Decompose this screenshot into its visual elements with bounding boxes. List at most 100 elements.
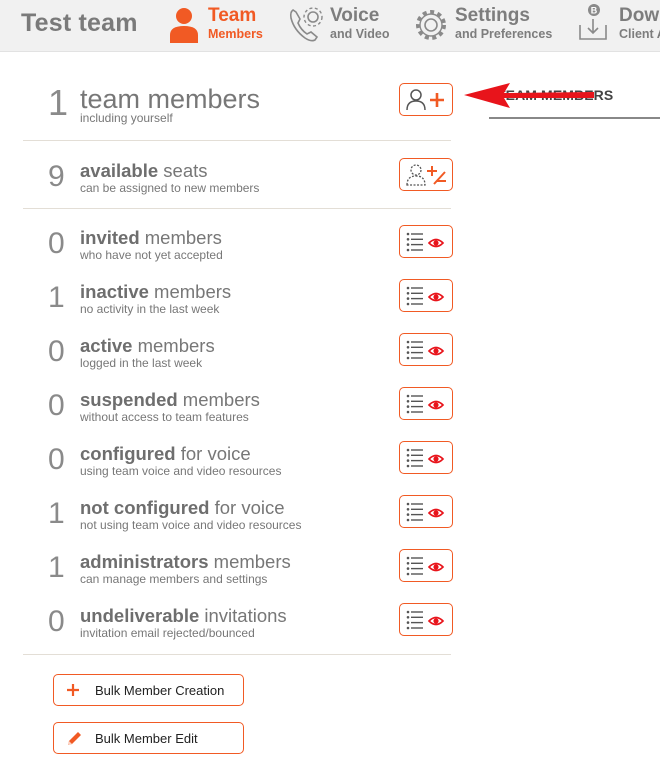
- stat-title-bold: inactive: [80, 281, 149, 302]
- stat-title-bold: administrators: [80, 551, 209, 572]
- stat-title: administrators members: [80, 551, 291, 573]
- plus-icon: [67, 684, 79, 696]
- stat-row-invited: 0 invited members who have not yet accep…: [23, 225, 453, 267]
- view-suspended-button[interactable]: [399, 387, 453, 420]
- stat-subtitle: without access to team features: [80, 410, 249, 424]
- nav-tab-sublabel: Members: [208, 27, 263, 41]
- add-member-icon: [406, 88, 444, 110]
- nav-tab-voice-video[interactable]: Voice and Video: [287, 3, 397, 49]
- section-divider: [23, 208, 451, 209]
- button-label: Bulk Member Edit: [95, 731, 198, 746]
- nav-tab-label: Voice: [330, 5, 380, 26]
- stat-title-bold: available: [80, 160, 159, 181]
- stat-title-rest: members: [139, 227, 222, 248]
- stat-title: available seats: [80, 160, 208, 182]
- person-icon: [170, 8, 198, 43]
- svg-text:B: B: [591, 6, 598, 16]
- stat-title: undeliverable invitations: [80, 605, 287, 627]
- stat-row-suspended: 0 suspended members without access to te…: [23, 387, 453, 429]
- stat-row-available-seats: 9 available seats can be assigned to new…: [23, 158, 453, 200]
- nav-tab-sublabel: and Video: [330, 27, 390, 41]
- stat-row-undeliverable: 0 undeliverable invitations invitation e…: [23, 603, 453, 645]
- stat-count: 1: [48, 82, 69, 123]
- stat-row-team-members: 1 team members including yourself: [23, 82, 453, 128]
- stat-title-bold: invited: [80, 227, 140, 248]
- view-list-icon: [406, 556, 445, 575]
- stat-title-rest: members: [132, 335, 215, 356]
- stat-subtitle: using team voice and video resources: [80, 464, 282, 478]
- stat-title-rest: members: [208, 551, 291, 572]
- stat-row-not-configured-voice: 1 not configured for voice not using tea…: [23, 495, 453, 537]
- view-list-icon: [406, 232, 445, 251]
- stat-row-configured-voice: 0 configured for voice using team voice …: [23, 441, 453, 483]
- nav-tab-team-members[interactable]: Team Members: [168, 3, 278, 49]
- stat-title: suspended members: [80, 389, 260, 411]
- nav-tab-sublabel: and Preferences: [455, 27, 553, 41]
- section-divider: [23, 654, 451, 655]
- stat-count: 0: [48, 443, 65, 476]
- add-member-button[interactable]: [399, 83, 453, 116]
- nav-tab-download[interactable]: B Dow Client A: [575, 3, 660, 49]
- stat-title: not configured for voice: [80, 497, 285, 519]
- view-not-configured-button[interactable]: [399, 495, 453, 528]
- stat-subtitle: logged in the last week: [80, 356, 203, 370]
- stat-title-bold: not configured: [80, 497, 210, 518]
- team-name: Test team: [21, 9, 138, 37]
- view-configured-button[interactable]: [399, 441, 453, 474]
- nav-tab-label: Settings: [455, 5, 530, 26]
- bulk-member-edit-button[interactable]: Bulk Member Edit: [53, 722, 244, 754]
- stat-count: 9: [48, 160, 65, 193]
- top-nav-bar: Test team Team Members Voice and Video S…: [0, 0, 660, 52]
- view-list-icon: [406, 340, 445, 359]
- stat-count: 0: [48, 605, 65, 638]
- section-divider: [23, 140, 451, 141]
- stat-row-inactive: 1 inactive members no activity in the la…: [23, 279, 453, 321]
- nav-tab-label: Dow: [619, 5, 660, 26]
- nav-tab-settings[interactable]: Settings and Preferences: [412, 3, 562, 49]
- view-list-icon: [406, 502, 445, 521]
- view-inactive-button[interactable]: [399, 279, 453, 312]
- stat-title-rest: invitations: [199, 605, 287, 626]
- stat-count: 0: [48, 389, 65, 422]
- stat-title: invited members: [80, 227, 222, 249]
- stat-title-rest: seats: [158, 160, 208, 181]
- view-list-icon: [406, 394, 445, 413]
- view-undeliverable-button[interactable]: [399, 603, 453, 636]
- view-list-icon: [406, 610, 445, 629]
- stat-title-rest: members: [148, 281, 232, 302]
- phone-gear-icon: [289, 7, 323, 42]
- stat-subtitle: can be assigned to new members: [80, 181, 260, 195]
- stat-subtitle: no activity in the last week: [80, 302, 220, 316]
- stat-count: 1: [48, 551, 65, 584]
- assign-seats-icon: [406, 163, 446, 186]
- right-panel-underline: [489, 117, 660, 119]
- stat-title-bold: undeliverable: [80, 605, 200, 626]
- bulk-member-creation-button[interactable]: Bulk Member Creation: [53, 674, 244, 706]
- pencil-icon: [68, 732, 81, 745]
- stat-subtitle: not using team voice and video resources: [80, 518, 302, 532]
- stat-row-administrators: 1 administrators members can manage memb…: [23, 549, 453, 591]
- stat-subtitle: who have not yet accepted: [80, 248, 223, 262]
- stat-title: inactive members: [80, 281, 231, 303]
- stat-count: 0: [48, 335, 65, 368]
- stat-subtitle: including yourself: [80, 111, 173, 125]
- stat-title-rest: members: [177, 389, 260, 410]
- stat-count: 1: [48, 497, 65, 530]
- button-label: Bulk Member Creation: [95, 683, 225, 698]
- stat-title-rest: for voice: [175, 443, 251, 464]
- nav-tab-label: Team: [208, 5, 257, 26]
- view-administrators-button[interactable]: [399, 549, 453, 582]
- annotation-arrow-icon: [464, 83, 594, 108]
- view-active-button[interactable]: [399, 333, 453, 366]
- view-list-icon: [406, 448, 445, 467]
- assign-seats-button[interactable]: [399, 158, 453, 191]
- download-icon: B: [579, 4, 607, 40]
- stat-title-rest: for voice: [209, 497, 285, 518]
- stat-title: configured for voice: [80, 443, 251, 465]
- view-invited-button[interactable]: [399, 225, 453, 258]
- gear-icon: [416, 10, 446, 40]
- stat-title: active members: [80, 335, 215, 357]
- stat-title-bold: configured: [80, 443, 176, 464]
- stat-row-active: 0 active members logged in the last week: [23, 333, 453, 375]
- stat-subtitle: invitation email rejected/bounced: [80, 626, 255, 640]
